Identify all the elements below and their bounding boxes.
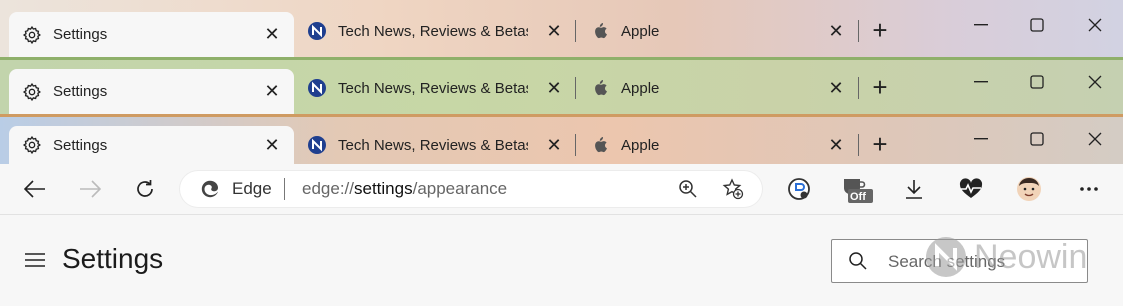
minimize-button[interactable]	[966, 128, 996, 150]
add-favorite-icon[interactable]	[721, 177, 745, 201]
url-scheme: edge://	[302, 179, 354, 198]
tab-label: Settings	[53, 26, 108, 43]
close-tab-button[interactable]: ✕	[544, 135, 564, 155]
url-text[interactable]: edge://settings/appearance	[302, 179, 507, 199]
tab-separator	[858, 20, 859, 42]
minimize-button[interactable]	[966, 14, 996, 36]
tab-strip-2: Settings ✕ Tech News, Reviews & Betas | …	[0, 57, 1123, 114]
health-icon[interactable]	[956, 174, 986, 204]
navigation-toolbar: Edge edge://settings/appearance Off	[0, 164, 1123, 215]
refresh-button[interactable]	[128, 172, 162, 206]
tab-label: Settings	[53, 136, 108, 154]
tab-separator	[858, 77, 859, 99]
gear-icon	[21, 24, 43, 46]
tab-separator	[575, 134, 576, 156]
extension-icon[interactable]	[784, 174, 814, 204]
tab-label: Tech News, Reviews & Betas | Neowin	[338, 136, 528, 154]
tab-strip-1: Settings ✕ Tech News, Reviews & Betas | …	[0, 0, 1123, 57]
close-tab-button[interactable]: ✕	[826, 21, 846, 41]
minimize-button[interactable]	[966, 71, 996, 93]
close-tab-button[interactable]: ✕	[262, 81, 282, 101]
menu-icon[interactable]	[24, 252, 46, 270]
tab-neowin[interactable]: Tech News, Reviews & Betas | Neowin ✕	[298, 12, 568, 50]
tab-label: Tech News, Reviews & Betas | Neowin	[338, 22, 528, 40]
tab-label: Apple	[621, 136, 660, 154]
url-path: /appearance	[412, 179, 508, 198]
search-icon	[848, 251, 868, 271]
tab-label: Apple	[621, 22, 660, 40]
new-tab-button[interactable]: +	[867, 131, 893, 158]
tab-label: Apple	[621, 79, 660, 97]
tab-neowin[interactable]: Tech News, Reviews & Betas | Neowin ✕	[298, 126, 568, 164]
tab-apple[interactable]: Apple ✕	[585, 126, 850, 164]
close-tab-button[interactable]: ✕	[544, 21, 564, 41]
apple-icon	[589, 20, 611, 42]
tab-separator	[575, 20, 576, 42]
address-separator	[284, 178, 285, 200]
downloads-icon[interactable]	[899, 174, 929, 204]
neowin-icon	[306, 77, 328, 99]
close-window-button[interactable]	[1080, 14, 1110, 36]
maximize-button[interactable]	[1022, 128, 1052, 150]
tab-label: Tech News, Reviews & Betas | Neowin	[338, 79, 528, 97]
tab-separator	[575, 77, 576, 99]
tab-neowin[interactable]: Tech News, Reviews & Betas | Neowin ✕	[298, 69, 568, 107]
new-tab-button[interactable]: +	[867, 17, 893, 44]
close-tab-button[interactable]: ✕	[262, 135, 282, 155]
gear-icon	[21, 134, 43, 156]
tab-settings[interactable]: Settings ✕	[9, 126, 294, 164]
watermark-text: Neowin	[974, 237, 1088, 276]
extension-badge: Off	[850, 191, 866, 203]
tab-strip-3: Settings ✕ Tech News, Reviews & Betas | …	[0, 114, 1123, 164]
gear-icon	[21, 81, 43, 103]
url-host: settings	[354, 179, 413, 198]
close-tab-button[interactable]: ✕	[826, 78, 846, 98]
close-window-button[interactable]	[1080, 128, 1110, 150]
edge-logo-icon	[200, 179, 220, 199]
close-tab-button[interactable]: ✕	[544, 78, 564, 98]
site-identity-label: Edge	[232, 179, 272, 198]
neowin-watermark: Neowin	[924, 235, 1087, 279]
tab-apple[interactable]: Apple ✕	[585, 12, 850, 50]
tab-label: Settings	[53, 83, 108, 100]
close-tab-button[interactable]: ✕	[826, 135, 846, 155]
more-options-icon[interactable]	[1074, 174, 1104, 204]
page-title: Settings	[62, 243, 164, 274]
coffee-extension-icon[interactable]: Off	[840, 174, 874, 204]
back-button[interactable]	[18, 172, 52, 206]
new-tab-button[interactable]: +	[867, 74, 893, 101]
close-tab-button[interactable]: ✕	[262, 24, 282, 44]
forward-button[interactable]	[73, 172, 107, 206]
zoom-icon[interactable]	[676, 177, 700, 201]
tab-settings[interactable]: Settings ✕	[9, 12, 294, 57]
close-window-button[interactable]	[1080, 71, 1110, 93]
tab-apple[interactable]: Apple ✕	[585, 69, 850, 107]
maximize-button[interactable]	[1022, 14, 1052, 36]
neowin-logo-icon	[926, 237, 966, 277]
neowin-icon	[306, 134, 328, 156]
profile-avatar[interactable]	[1014, 174, 1044, 204]
tab-settings[interactable]: Settings ✕	[9, 69, 294, 114]
neowin-icon	[306, 20, 328, 42]
tab-separator	[858, 134, 859, 156]
apple-icon	[589, 77, 611, 99]
address-bar[interactable]: Edge edge://settings/appearance	[180, 171, 762, 207]
apple-icon	[589, 134, 611, 156]
maximize-button[interactable]	[1022, 71, 1052, 93]
